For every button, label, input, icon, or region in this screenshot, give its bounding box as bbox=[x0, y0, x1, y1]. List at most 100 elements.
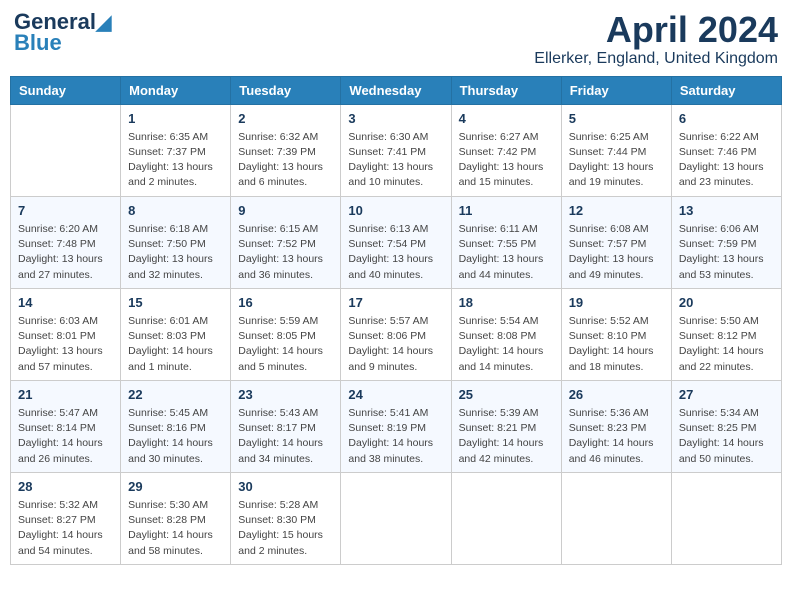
table-row bbox=[341, 472, 451, 564]
table-row: 6 Sunrise: 6:22 AMSunset: 7:46 PMDaylight… bbox=[671, 104, 781, 196]
day-info: Sunrise: 5:30 AMSunset: 8:28 PMDaylight:… bbox=[128, 498, 223, 559]
day-number: 14 bbox=[18, 294, 113, 312]
day-number: 10 bbox=[348, 202, 443, 220]
day-info: Sunrise: 5:39 AMSunset: 8:21 PMDaylight:… bbox=[459, 406, 554, 467]
table-row bbox=[11, 104, 121, 196]
col-thursday: Thursday bbox=[451, 76, 561, 104]
table-row: 24 Sunrise: 5:41 AMSunset: 8:19 PMDayligh… bbox=[341, 380, 451, 472]
day-number: 23 bbox=[238, 386, 333, 404]
week-row-2: 7Sunrise: 6:20 AMSunset: 7:48 PMDaylight… bbox=[11, 196, 782, 288]
day-number: 2 bbox=[238, 110, 333, 128]
table-row: 8 Sunrise: 6:18 AMSunset: 7:50 PMDaylight… bbox=[121, 196, 231, 288]
table-row: 7Sunrise: 6:20 AMSunset: 7:48 PMDaylight… bbox=[11, 196, 121, 288]
day-number: 6 bbox=[679, 110, 774, 128]
day-info: Sunrise: 6:06 AMSunset: 7:59 PMDaylight:… bbox=[679, 222, 774, 283]
day-info: Sunrise: 6:32 AMSunset: 7:39 PMDaylight:… bbox=[238, 130, 333, 191]
day-info: Sunrise: 6:35 AMSunset: 7:37 PMDaylight:… bbox=[128, 130, 223, 191]
table-row: 30 Sunrise: 5:28 AMSunset: 8:30 PMDayligh… bbox=[231, 472, 341, 564]
day-number: 29 bbox=[128, 478, 223, 496]
table-row: 25 Sunrise: 5:39 AMSunset: 8:21 PMDayligh… bbox=[451, 380, 561, 472]
day-info: Sunrise: 6:03 AMSunset: 8:01 PMDaylight:… bbox=[18, 314, 113, 375]
day-number: 8 bbox=[128, 202, 223, 220]
day-info: Sunrise: 5:36 AMSunset: 8:23 PMDaylight:… bbox=[569, 406, 664, 467]
table-row: 14 Sunrise: 6:03 AMSunset: 8:01 PMDayligh… bbox=[11, 288, 121, 380]
day-number: 28 bbox=[18, 478, 113, 496]
day-number: 5 bbox=[569, 110, 664, 128]
calendar-table: Sunday Monday Tuesday Wednesday Thursday… bbox=[10, 76, 782, 565]
day-info: Sunrise: 6:20 AMSunset: 7:48 PMDaylight:… bbox=[18, 222, 113, 283]
day-number: 25 bbox=[459, 386, 554, 404]
table-row: 22 Sunrise: 5:45 AMSunset: 8:16 PMDayligh… bbox=[121, 380, 231, 472]
day-number: 20 bbox=[679, 294, 774, 312]
day-number: 19 bbox=[569, 294, 664, 312]
week-row-1: 1 Sunrise: 6:35 AMSunset: 7:37 PMDaylight… bbox=[11, 104, 782, 196]
table-row: 13Sunrise: 6:06 AMSunset: 7:59 PMDayligh… bbox=[671, 196, 781, 288]
day-info: Sunrise: 5:50 AMSunset: 8:12 PMDaylight:… bbox=[679, 314, 774, 375]
table-row: 2 Sunrise: 6:32 AMSunset: 7:39 PMDaylight… bbox=[231, 104, 341, 196]
table-row: 12 Sunrise: 6:08 AMSunset: 7:57 PMDayligh… bbox=[561, 196, 671, 288]
day-info: Sunrise: 5:41 AMSunset: 8:19 PMDaylight:… bbox=[348, 406, 443, 467]
col-tuesday: Tuesday bbox=[231, 76, 341, 104]
table-row: 17 Sunrise: 5:57 AMSunset: 8:06 PMDayligh… bbox=[341, 288, 451, 380]
day-info: Sunrise: 6:08 AMSunset: 7:57 PMDaylight:… bbox=[569, 222, 664, 283]
day-info: Sunrise: 6:13 AMSunset: 7:54 PMDaylight:… bbox=[348, 222, 443, 283]
day-info: Sunrise: 5:28 AMSunset: 8:30 PMDaylight:… bbox=[238, 498, 333, 559]
table-row: 20 Sunrise: 5:50 AMSunset: 8:12 PMDayligh… bbox=[671, 288, 781, 380]
week-row-5: 28 Sunrise: 5:32 AMSunset: 8:27 PMDayligh… bbox=[11, 472, 782, 564]
day-number: 22 bbox=[128, 386, 223, 404]
location: Ellerker, England, United Kingdom bbox=[534, 50, 778, 68]
day-info: Sunrise: 6:18 AMSunset: 7:50 PMDaylight:… bbox=[128, 222, 223, 283]
day-info: Sunrise: 6:27 AMSunset: 7:42 PMDaylight:… bbox=[459, 130, 554, 191]
day-info: Sunrise: 6:15 AMSunset: 7:52 PMDaylight:… bbox=[238, 222, 333, 283]
title-block: April 2024 Ellerker, England, United Kin… bbox=[534, 10, 778, 68]
day-number: 9 bbox=[238, 202, 333, 220]
table-row: 27 Sunrise: 5:34 AMSunset: 8:25 PMDayligh… bbox=[671, 380, 781, 472]
day-number: 1 bbox=[128, 110, 223, 128]
page-header: General◢ Blue April 2024 Ellerker, Engla… bbox=[10, 10, 782, 68]
table-row: 5 Sunrise: 6:25 AMSunset: 7:44 PMDaylight… bbox=[561, 104, 671, 196]
col-friday: Friday bbox=[561, 76, 671, 104]
table-row: 23 Sunrise: 5:43 AMSunset: 8:17 PMDayligh… bbox=[231, 380, 341, 472]
week-row-3: 14 Sunrise: 6:03 AMSunset: 8:01 PMDayligh… bbox=[11, 288, 782, 380]
table-row: 1 Sunrise: 6:35 AMSunset: 7:37 PMDaylight… bbox=[121, 104, 231, 196]
table-row: 3Sunrise: 6:30 AMSunset: 7:41 PMDaylight… bbox=[341, 104, 451, 196]
table-row: 4 Sunrise: 6:27 AMSunset: 7:42 PMDaylight… bbox=[451, 104, 561, 196]
day-info: Sunrise: 5:47 AMSunset: 8:14 PMDaylight:… bbox=[18, 406, 113, 467]
day-info: Sunrise: 5:32 AMSunset: 8:27 PMDaylight:… bbox=[18, 498, 113, 559]
day-info: Sunrise: 6:01 AMSunset: 8:03 PMDaylight:… bbox=[128, 314, 223, 375]
table-row bbox=[451, 472, 561, 564]
day-number: 21 bbox=[18, 386, 113, 404]
table-row: 18Sunrise: 5:54 AMSunset: 8:08 PMDayligh… bbox=[451, 288, 561, 380]
day-number: 30 bbox=[238, 478, 333, 496]
table-row: 26 Sunrise: 5:36 AMSunset: 8:23 PMDayligh… bbox=[561, 380, 671, 472]
day-number: 24 bbox=[348, 386, 443, 404]
day-number: 12 bbox=[569, 202, 664, 220]
day-info: Sunrise: 5:34 AMSunset: 8:25 PMDaylight:… bbox=[679, 406, 774, 467]
day-number: 27 bbox=[679, 386, 774, 404]
day-info: Sunrise: 5:54 AMSunset: 8:08 PMDaylight:… bbox=[459, 314, 554, 375]
calendar-header-row: Sunday Monday Tuesday Wednesday Thursday… bbox=[11, 76, 782, 104]
day-number: 4 bbox=[459, 110, 554, 128]
day-info: Sunrise: 5:43 AMSunset: 8:17 PMDaylight:… bbox=[238, 406, 333, 467]
day-number: 17 bbox=[348, 294, 443, 312]
day-number: 11 bbox=[459, 202, 554, 220]
col-monday: Monday bbox=[121, 76, 231, 104]
day-info: Sunrise: 6:25 AMSunset: 7:44 PMDaylight:… bbox=[569, 130, 664, 191]
day-number: 16 bbox=[238, 294, 333, 312]
table-row bbox=[561, 472, 671, 564]
day-number: 3 bbox=[348, 110, 443, 128]
table-row: 9 Sunrise: 6:15 AMSunset: 7:52 PMDaylight… bbox=[231, 196, 341, 288]
logo: General◢ Blue bbox=[14, 10, 111, 56]
table-row: 11Sunrise: 6:11 AMSunset: 7:55 PMDayligh… bbox=[451, 196, 561, 288]
table-row: 10 Sunrise: 6:13 AMSunset: 7:54 PMDayligh… bbox=[341, 196, 451, 288]
col-sunday: Sunday bbox=[11, 76, 121, 104]
month-title: April 2024 bbox=[534, 10, 778, 50]
day-info: Sunrise: 5:57 AMSunset: 8:06 PMDaylight:… bbox=[348, 314, 443, 375]
day-info: Sunrise: 6:22 AMSunset: 7:46 PMDaylight:… bbox=[679, 130, 774, 191]
day-info: Sunrise: 5:45 AMSunset: 8:16 PMDaylight:… bbox=[128, 406, 223, 467]
table-row bbox=[671, 472, 781, 564]
col-saturday: Saturday bbox=[671, 76, 781, 104]
day-number: 26 bbox=[569, 386, 664, 404]
day-info: Sunrise: 5:52 AMSunset: 8:10 PMDaylight:… bbox=[569, 314, 664, 375]
week-row-4: 21 Sunrise: 5:47 AMSunset: 8:14 PMDayligh… bbox=[11, 380, 782, 472]
